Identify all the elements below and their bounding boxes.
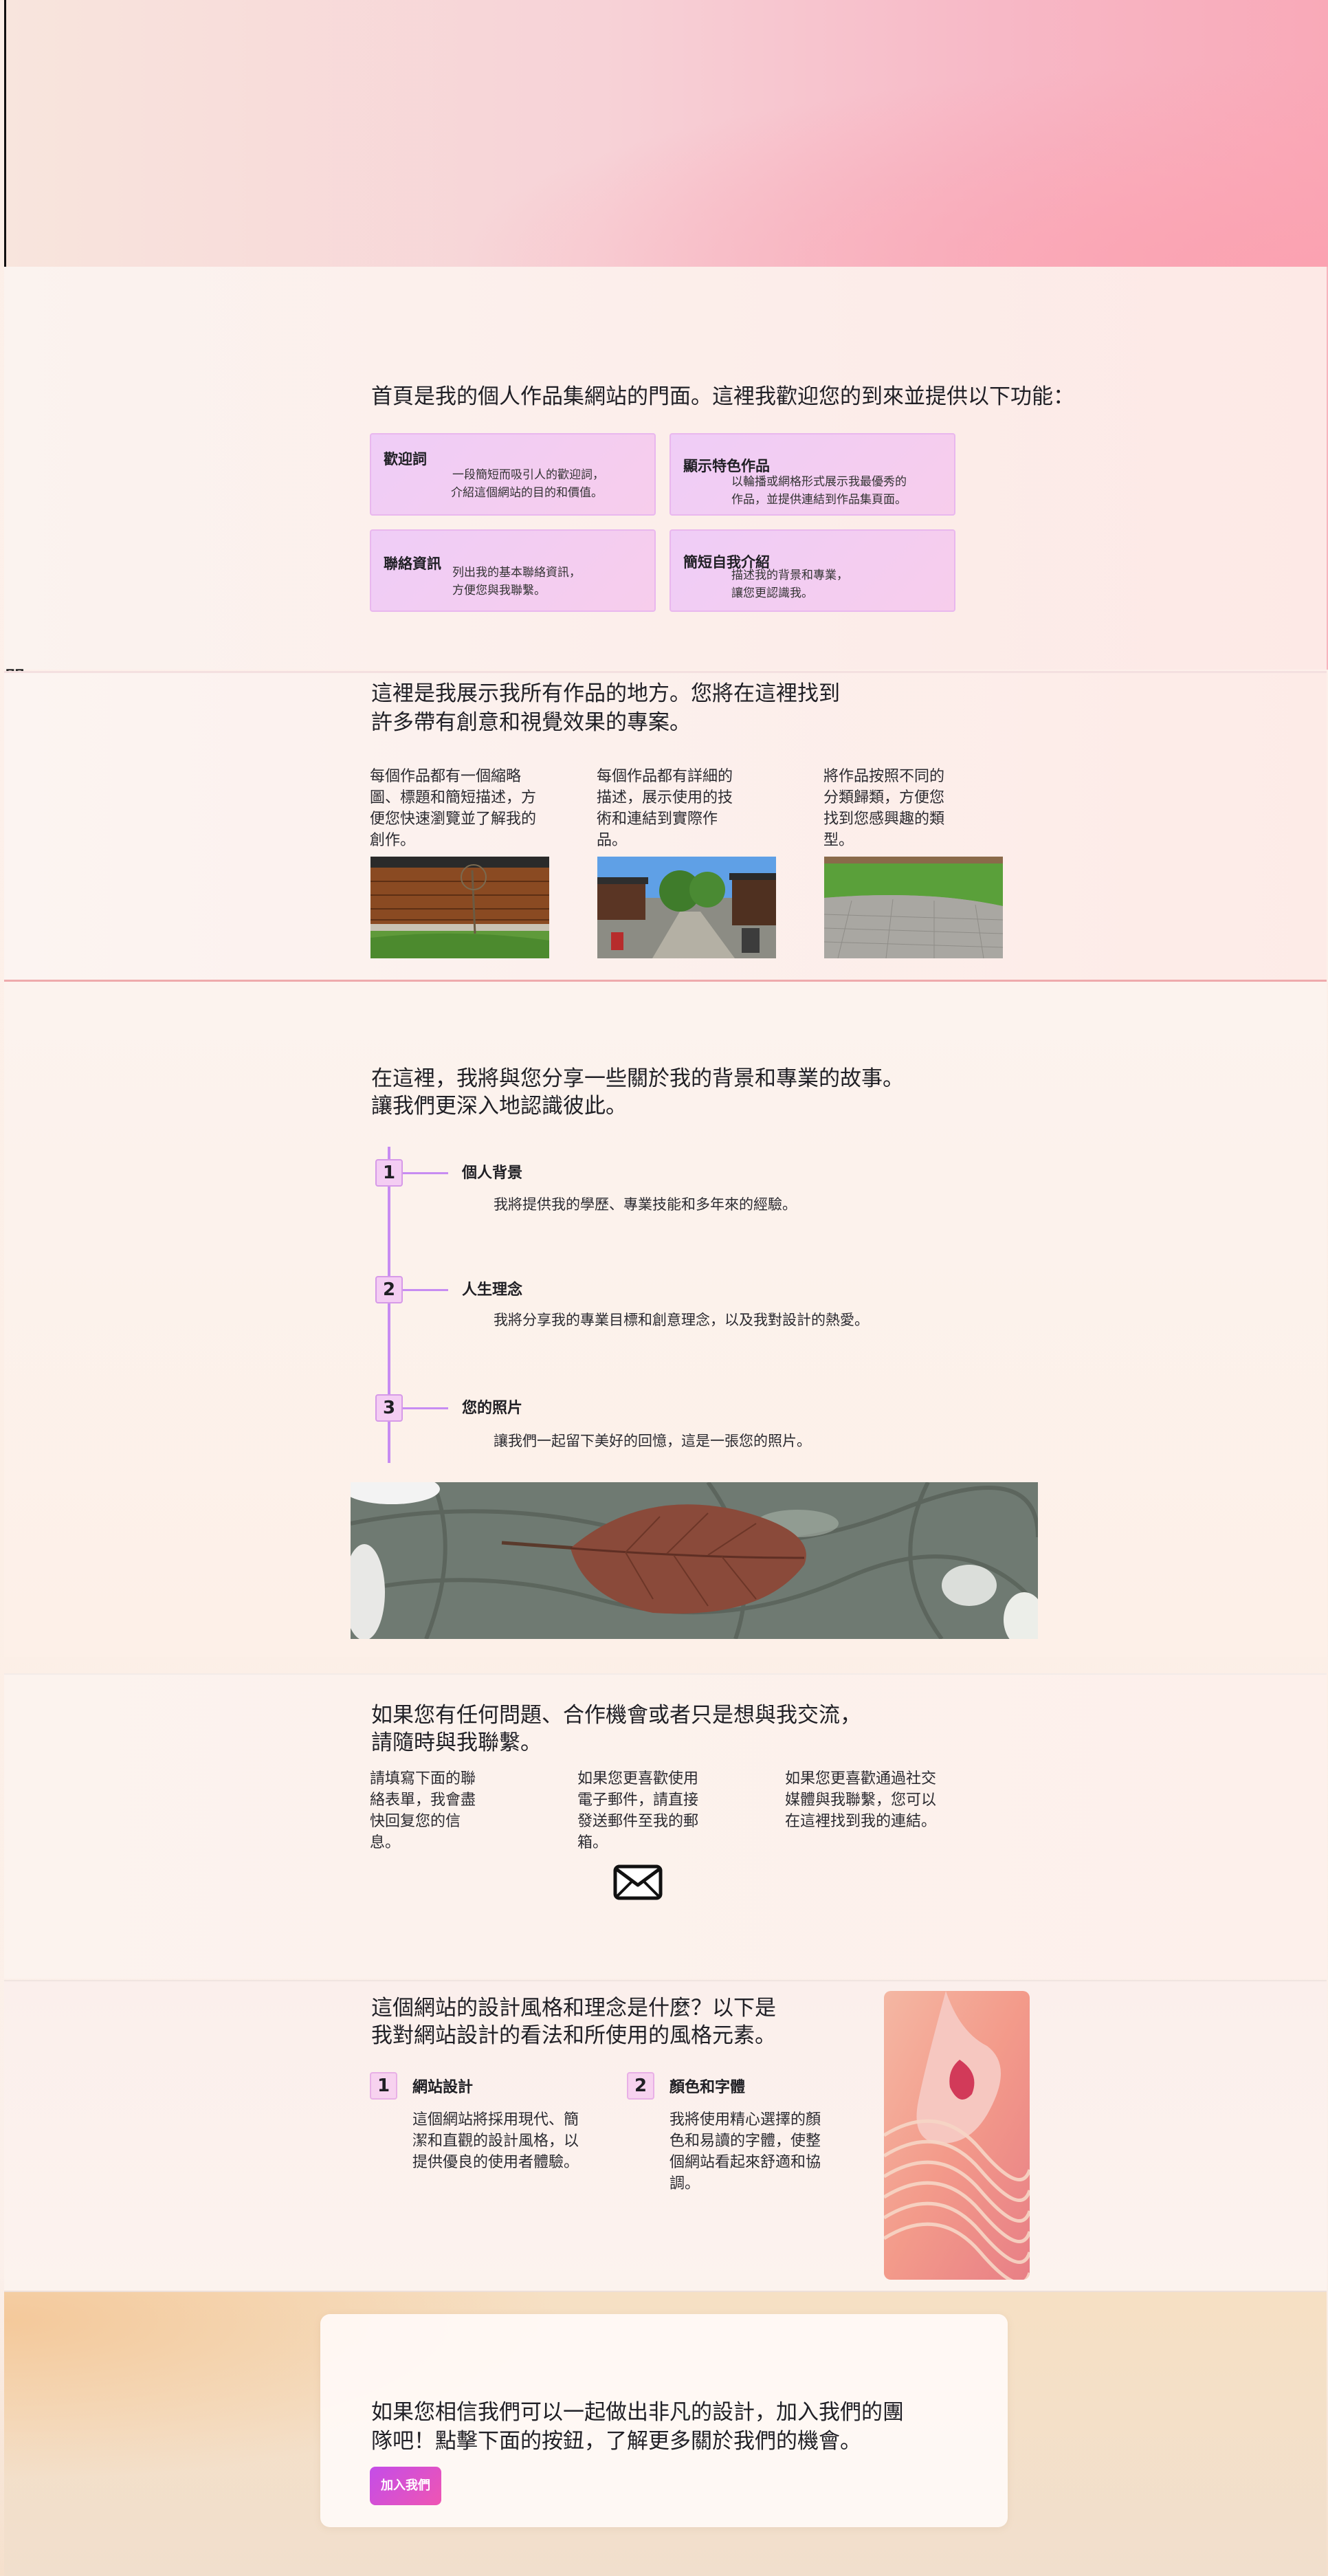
works-intro-line2: 許多帶有創意和視覺效果的專案。 [371,710,691,735]
timeline-step-number: 1 [375,1159,403,1187]
contact-col-email: 如果您更喜歡使用 電子郵件，請直接 發送郵件至我的郵 箱。 [577,1770,699,1851]
design-intro-line2: 我對網站設計的看法和所使用的風格元素。 [371,2023,776,2048]
timeline-step-desc: 讓我們一起留下美好的回憶，這是一張您的照片。 [494,1433,811,1449]
works-col-3: 將作品按照不同的 分類歸類，方便您 找到您感興趣的類 型。 [823,768,945,849]
timeline-connector [403,1172,448,1174]
design-item-title: 網站設計 [412,2079,474,2096]
feature-card-desc: 作品，並提供連結到作品集頁面。 [731,493,907,507]
work-thumbnail-1[interactable] [370,857,549,958]
leaf-photo [351,1482,1038,1639]
join-text-line2: 隊吧！點擊下面的按鈕，了解更多關於我們的機會。 [371,2429,861,2454]
feature-card-desc: 讓您更認識我。 [731,586,813,600]
features-intro: 首頁是我的個人作品集網站的門面。這裡我歡迎您的到來並提供以下功能： [371,384,1074,409]
feature-card-showcase[interactable]: 顯示特色作品 以輪播或網格形式展示我最優秀的 作品，並提供連結到作品集頁面。 [669,433,955,516]
design-item-text: 這個網站將採用現代、簡 潔和直觀的設計風格，以 提供優良的使用者體驗。 [412,2111,579,2171]
envelope-icon[interactable] [613,1864,663,1900]
design-item-number: 1 [370,2072,397,2100]
works-col-2: 每個作品都有詳細的 描述，展示使用的技 術和連結到實際作 品。 [597,768,733,849]
feature-card-desc: 介紹這個網站的目的和價值。 [451,486,603,500]
design-item-number: 2 [627,2072,654,2100]
timeline-step-desc: 我將提供我的學歷、專業技能和多年來的經驗。 [494,1196,797,1213]
works-col-1: 每個作品都有一個縮略 圖、標題和簡短描述，方 便您快速瀏覽並了解我的 創作。 [370,768,537,849]
design-item-text: 我將使用精心選擇的顏 色和易讀的字體，使整 個網站看起來舒適和協 調。 [669,2111,821,2192]
feature-card-welcome[interactable]: 歡迎詞 一段簡短而吸引人的歡迎詞， 介紹這個網站的目的和價值。 [370,433,656,516]
timeline-step-title: 您的照片 [462,1400,523,1417]
timeline-step-number: 2 [375,1276,403,1303]
contact-intro-line1: 如果您有任何問題、合作機會或者只是想與我交流， [371,1703,861,1728]
contact-col-social: 如果您更喜歡通過社交 媒體與我聯繫，您可以 在這裡找到我的連結。 [785,1770,937,1830]
join-text-line1: 如果您相信我們可以一起做出非凡的設計，加入我們的團 [371,2400,904,2425]
timeline-step-title: 人生理念 [462,1281,523,1299]
features-section [4,267,1328,670]
design-item-title: 顏色和字體 [669,2079,746,2096]
join-us-button[interactable]: 加入我們 [370,2467,441,2505]
contact-intro-line2: 請隨時與我聯繫。 [371,1730,542,1755]
timeline-step-title: 個人背景 [462,1165,523,1182]
timeline-connector [403,1289,448,1291]
about-intro-line2: 讓我們更深入地認識彼此。 [371,1094,627,1119]
feature-card-desc: 描述我的背景和專業， [731,569,848,582]
timeline-connector [403,1407,448,1409]
about-intro-line1: 在這裡，我將與您分享一些關於我的背景和專業的故事。 [371,1066,904,1091]
abstract-art-image [884,1991,1030,2280]
works-intro-line1: 這裡是我展示我所有作品的地方。您將在這裡找到 [371,681,840,706]
feature-card-desc: 方便您與我聯繫。 [452,584,546,597]
feature-card-desc: 一段簡短而吸引人的歡迎詞， [452,468,604,482]
contact-col-form: 請填寫下面的聯 絡表單，我會盡 快回复您的信 息。 [370,1770,476,1851]
feature-card-desc: 列出我的基本聯絡資訊， [452,566,581,580]
timeline-step-desc: 我將分享我的專業目標和創意理念，以及我對設計的熱愛。 [494,1312,869,1328]
work-thumbnail-2[interactable] [597,857,776,958]
timeline-step-number: 3 [375,1394,403,1422]
feature-card-desc: 以輪播或網格形式展示我最優秀的 [731,475,907,489]
work-thumbnail-3[interactable] [824,857,1003,958]
hero-banner [4,0,1328,267]
feature-card-contact[interactable]: 聯絡資訊 列出我的基本聯絡資訊， 方便您與我聯繫。 [370,529,656,612]
feature-card-intro[interactable]: 簡短自我介紹 描述我的背景和專業， 讓您更認識我。 [669,529,955,612]
design-intro-line1: 這個網站的設計風格和理念是什麼？以下是 [371,1996,776,2021]
